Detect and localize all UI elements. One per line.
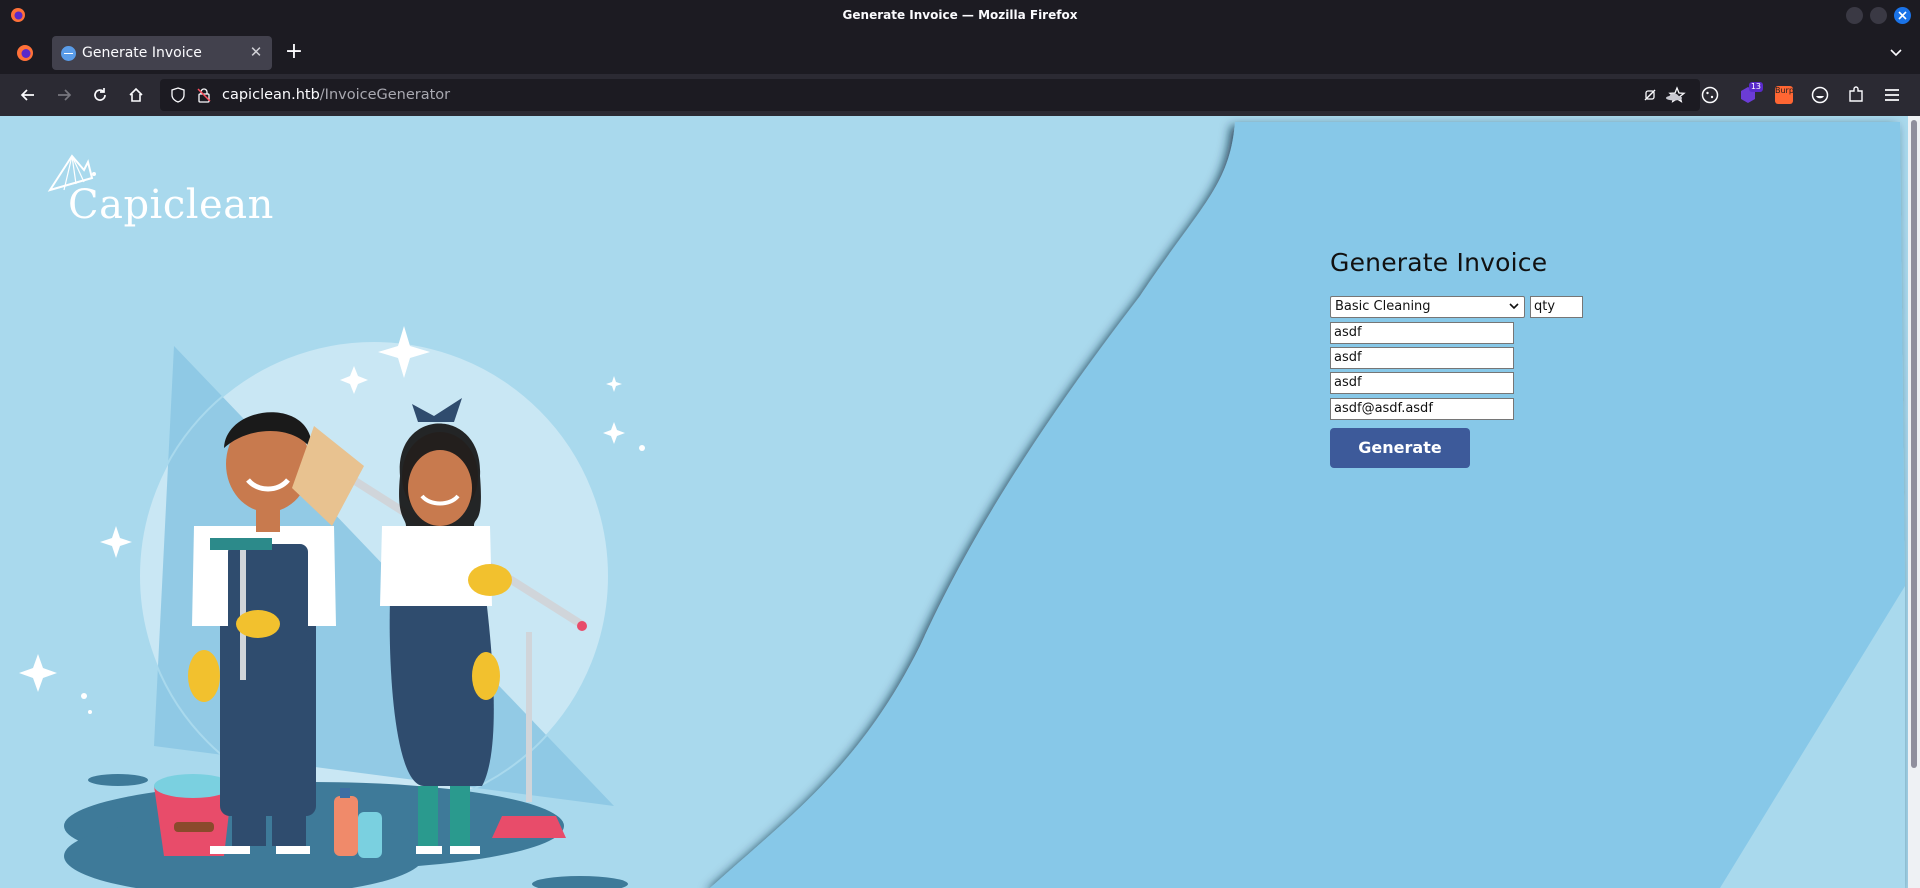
puzzle-icon[interactable] <box>1846 85 1866 105</box>
chevron-down-icon[interactable] <box>1888 44 1904 60</box>
form-heading: Generate Invoice <box>1330 248 1548 277</box>
tracking-protection-icon[interactable] <box>1642 87 1658 103</box>
url-path: /InvoiceGenerator <box>319 87 451 103</box>
tab-strip: Generate Invoice ✕ + <box>0 30 1920 74</box>
reload-icon[interactable] <box>90 85 110 105</box>
service-select[interactable]: Basic Cleaning <box>1330 296 1525 318</box>
tab-generate-invoice[interactable]: Generate Invoice ✕ <box>52 36 272 70</box>
firefox-view-icon[interactable] <box>16 44 34 62</box>
phone-field[interactable]: asdf <box>1330 372 1514 394</box>
face-extension-icon[interactable] <box>1810 85 1830 105</box>
page-viewport: Capiclean Generate Invoice Basic Cleanin… <box>0 116 1920 888</box>
navigation-bar: capiclean.htb/InvoiceGenerator 13 Burp <box>0 74 1920 116</box>
new-tab-button[interactable]: + <box>284 41 304 63</box>
hamburger-menu-icon[interactable] <box>1882 85 1902 105</box>
window-title: Generate Invoice — Mozilla Firefox <box>842 8 1078 22</box>
extension-hat-icon[interactable] <box>1664 85 1684 105</box>
address-field[interactable]: asdf <box>1330 347 1514 369</box>
burp-extension-icon[interactable]: Burp <box>1774 85 1794 105</box>
url-host: capiclean.htb <box>222 87 320 103</box>
qty-input[interactable]: qty <box>1530 296 1583 318</box>
lock-insecure-icon[interactable] <box>196 87 212 103</box>
name-field[interactable]: asdf <box>1330 322 1514 344</box>
globe-icon <box>61 46 76 61</box>
logo-text: Capiclean <box>68 182 274 228</box>
home-icon[interactable] <box>126 85 146 105</box>
back-icon[interactable] <box>18 85 38 105</box>
cookie-icon[interactable] <box>1700 85 1720 105</box>
extension-badge: 13 <box>1748 82 1763 92</box>
generate-button[interactable]: Generate <box>1330 428 1470 468</box>
chevron-down-icon <box>1509 303 1519 310</box>
minimize-button[interactable] <box>1846 7 1863 24</box>
cleaners-illustration <box>19 326 645 888</box>
email-field[interactable]: asdf@asdf.asdf <box>1330 398 1514 420</box>
tab-title: Generate Invoice <box>82 45 202 61</box>
burp-label: Burp <box>1775 86 1794 95</box>
url-text: capiclean.htb/InvoiceGenerator <box>222 87 450 103</box>
window-titlebar: Generate Invoice — Mozilla Firefox <box>0 0 1920 30</box>
close-icon <box>1898 11 1907 20</box>
page-scrollbar[interactable] <box>1908 116 1920 888</box>
invoice-form: Generate Invoice Basic Cleaning qty asdf… <box>1330 248 1583 468</box>
extension-cube-icon[interactable]: 13 <box>1738 82 1763 105</box>
url-bar[interactable]: capiclean.htb/InvoiceGenerator <box>160 79 1700 111</box>
shield-icon[interactable] <box>170 87 186 103</box>
maximize-button[interactable] <box>1870 7 1887 24</box>
scrollbar-thumb[interactable] <box>1911 120 1917 768</box>
forward-icon[interactable] <box>54 85 74 105</box>
close-window-button[interactable] <box>1894 7 1911 24</box>
tab-close-icon[interactable]: ✕ <box>248 44 264 60</box>
service-select-value: Basic Cleaning <box>1335 299 1431 314</box>
